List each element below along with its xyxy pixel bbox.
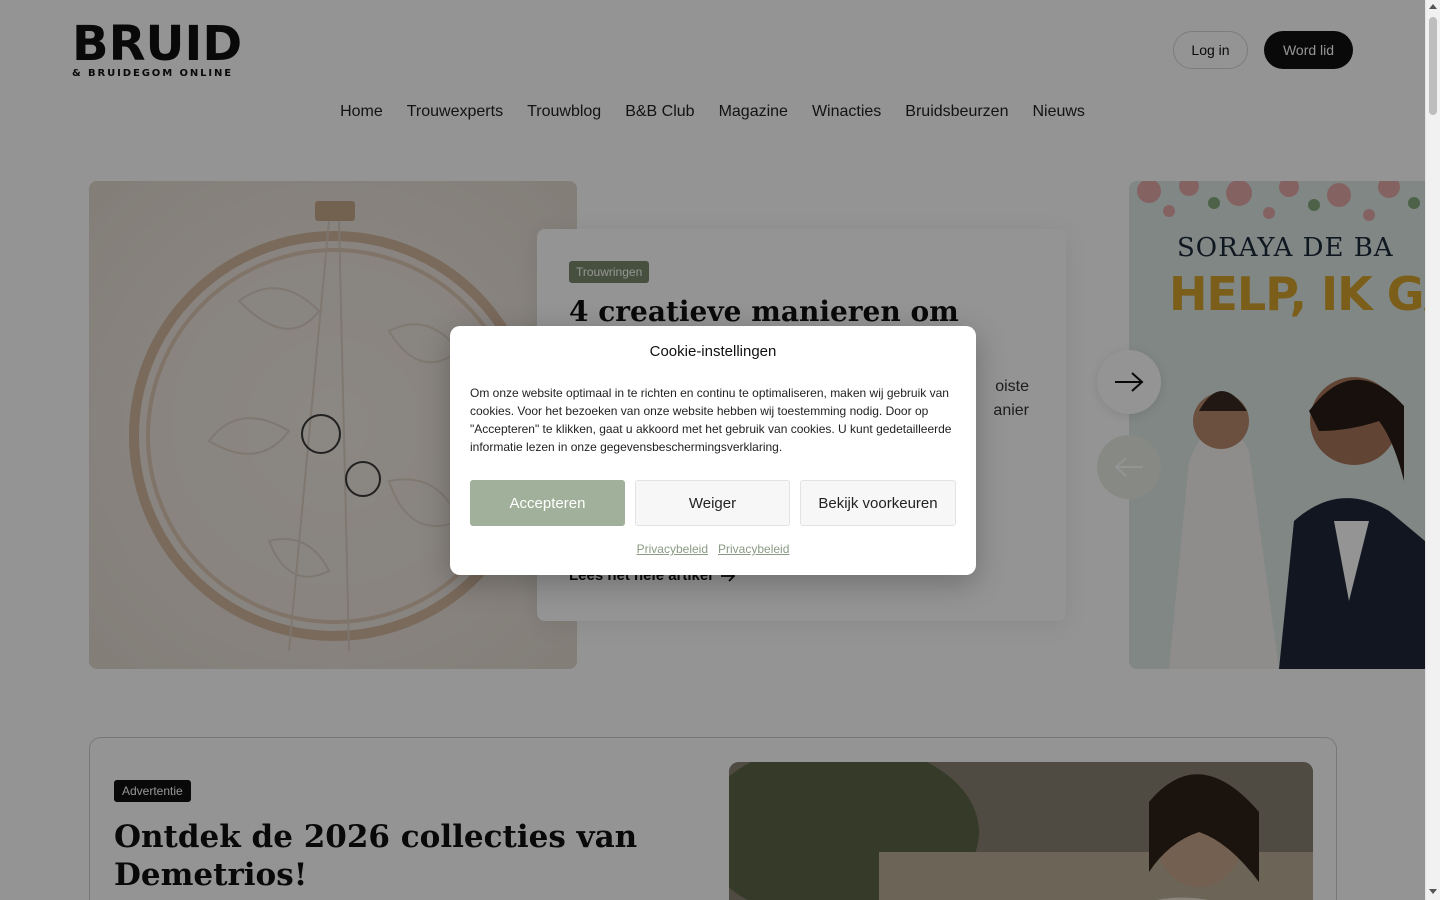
accept-cookies-button[interactable]: Accepteren — [470, 480, 625, 526]
cookie-dialog-links: Privacybeleid Privacybeleid — [450, 542, 976, 556]
cookie-dialog: Cookie-instellingen Om onze website opti… — [450, 326, 976, 575]
deny-cookies-button[interactable]: Weiger — [635, 480, 790, 526]
cookie-dialog-text: Om onze website optimaal in te richten e… — [470, 386, 952, 454]
scrollbar-thumb[interactable] — [1429, 17, 1437, 115]
cookie-dialog-title: Cookie-instellingen — [649, 343, 777, 360]
view-preferences-button[interactable]: Bekijk voorkeuren — [800, 480, 956, 526]
privacy-policy-link[interactable]: Privacybeleid — [718, 542, 789, 556]
privacy-policy-link[interactable]: Privacybeleid — [637, 542, 708, 556]
scroll-up-arrow-icon[interactable] — [1429, 4, 1437, 9]
scroll-down-arrow-icon[interactable] — [1429, 889, 1437, 894]
page-scrollbar[interactable] — [1425, 0, 1440, 900]
